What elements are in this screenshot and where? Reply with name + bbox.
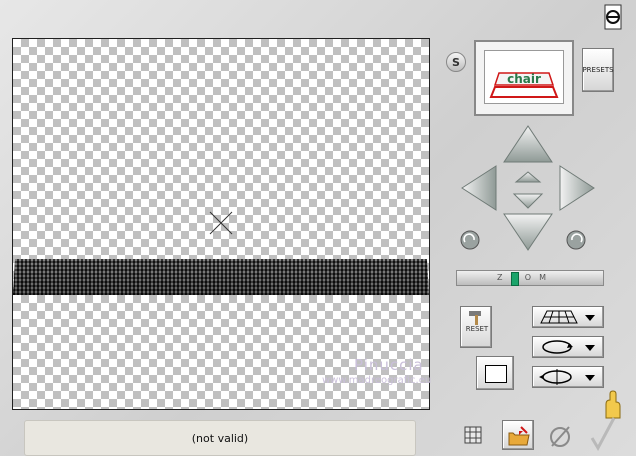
watermark-url: www.madreografic.eu xyxy=(322,375,432,386)
small-arrow-down-icon[interactable] xyxy=(512,193,544,209)
status-bar: (not valid) xyxy=(24,420,416,456)
perspective-grid-dropdown[interactable] xyxy=(532,306,604,328)
watermark-name: Pinuccia xyxy=(354,356,424,374)
arrow-up-icon[interactable] xyxy=(503,125,553,163)
arrow-down-icon[interactable] xyxy=(503,213,553,251)
color-swatch-button[interactable] xyxy=(476,356,514,390)
zoom-slider-thumb[interactable] xyxy=(511,272,519,286)
chevron-down-icon xyxy=(585,315,595,321)
chevron-down-icon xyxy=(585,345,595,351)
checkmark-icon[interactable] xyxy=(588,416,616,452)
grid-icon[interactable] xyxy=(464,426,482,444)
chair-preview-icon: chair xyxy=(489,72,559,98)
chevron-down-icon xyxy=(585,375,595,381)
checkered-floor-object xyxy=(13,259,429,295)
perspective-grid-icon xyxy=(540,310,578,324)
hammer-icon xyxy=(469,311,481,325)
s-button[interactable]: S xyxy=(446,52,466,72)
navigation-pad xyxy=(460,125,595,251)
flip-dropdown[interactable] xyxy=(532,366,604,388)
s-button-label: S xyxy=(452,55,460,69)
reset-button[interactable]: RESET xyxy=(460,306,492,348)
preview-image: chair xyxy=(484,50,564,104)
preview-label: chair xyxy=(507,72,541,86)
status-text: (not valid) xyxy=(191,431,249,445)
e-logo-icon[interactable] xyxy=(604,4,622,30)
preset-preview-thumbnail[interactable]: chair xyxy=(474,40,574,116)
small-arrow-up-icon[interactable] xyxy=(514,171,542,183)
preview-canvas[interactable] xyxy=(12,38,430,410)
no-symbol-icon[interactable] xyxy=(548,424,572,450)
center-crosshair-icon xyxy=(209,211,233,235)
presets-button-label: PRESETS xyxy=(582,66,614,74)
arrow-left-icon[interactable] xyxy=(461,165,497,211)
open-folder-icon xyxy=(508,426,530,446)
presets-button[interactable]: PRESETS xyxy=(582,48,614,92)
rotate-ellipse-icon xyxy=(542,340,573,354)
open-folder-button[interactable] xyxy=(502,420,534,450)
white-swatch xyxy=(485,365,507,383)
zoom-label: ZOOM xyxy=(497,273,554,282)
arrow-right-icon[interactable] xyxy=(559,165,595,211)
flip-ellipse-icon xyxy=(539,369,572,385)
reset-button-label: RESET xyxy=(465,325,489,333)
zoom-slider[interactable]: ZOOM xyxy=(456,270,604,286)
rotate-dropdown[interactable] xyxy=(532,336,604,358)
